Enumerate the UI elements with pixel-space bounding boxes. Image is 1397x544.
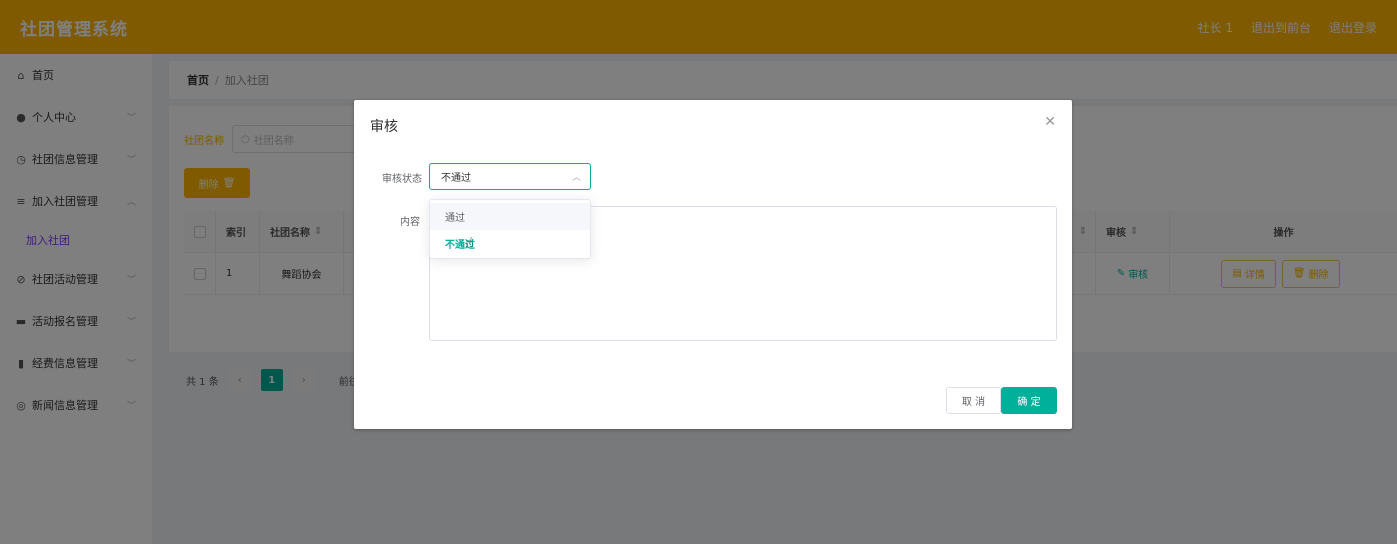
option-fail[interactable]: 不通过 bbox=[430, 230, 590, 257]
status-label: 审核状态 bbox=[382, 174, 422, 185]
status-dropdown: 通过 不通过 bbox=[429, 199, 591, 259]
status-select-value: 不通过 bbox=[441, 173, 471, 184]
dialog-title: 审核 bbox=[370, 119, 398, 135]
content-label: 内容 bbox=[400, 217, 420, 228]
audit-dialog: 审核 ✕ 审核状态 不通过 ︿ 内容 取 消 确 定 bbox=[354, 100, 1072, 429]
status-select[interactable]: 不通过 ︿ bbox=[429, 163, 591, 190]
chevron-up-icon: ︿ bbox=[571, 173, 581, 183]
close-icon[interactable]: ✕ bbox=[1044, 114, 1056, 130]
hand-cursor-icon: ☝ bbox=[465, 235, 474, 251]
option-pass[interactable]: 通过 bbox=[430, 203, 590, 230]
cancel-button[interactable]: 取 消 bbox=[946, 387, 1001, 414]
confirm-button[interactable]: 确 定 bbox=[1001, 387, 1057, 414]
